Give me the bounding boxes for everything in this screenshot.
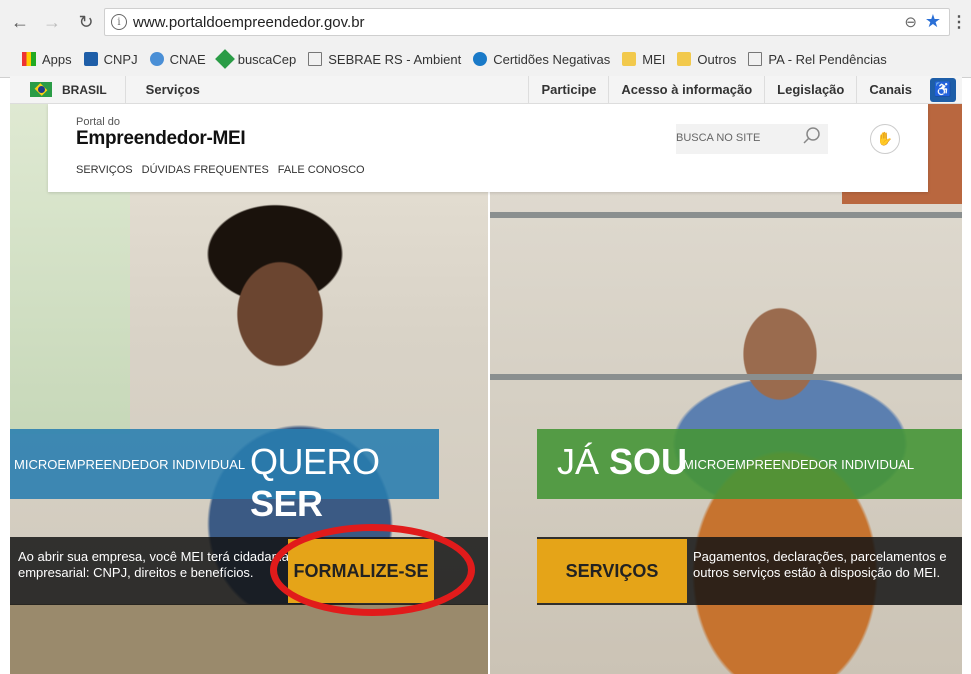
- folder-icon: [677, 52, 692, 66]
- zoom-icon[interactable]: ⊖: [904, 13, 917, 31]
- url-text[interactable]: www.portaldoempreendedor.gov.br: [133, 14, 365, 31]
- quero-ser-banner[interactable]: MICROEMPREENDEDOR INDIVIDUAL QUERO SER: [10, 429, 439, 524]
- bookmark-certidoes[interactable]: Certidões Negativas: [473, 52, 610, 67]
- browser-menu-icon[interactable]: ⋮: [951, 12, 967, 32]
- gov-bar-links: Participe Acesso à informação Legislação…: [528, 76, 962, 103]
- table-background: [10, 604, 488, 674]
- browser-chrome: ← → ↻ i www.portaldoempreendedor.gov.br …: [0, 0, 971, 78]
- accessibility-icon[interactable]: ♿: [930, 77, 956, 102]
- bookmarks-bar: Apps CNPJ CNAE buscaCep SEBRAE RS - Ambi…: [0, 44, 971, 74]
- forward-icon[interactable]: →: [40, 10, 64, 34]
- address-bar[interactable]: i www.portaldoempreendedor.gov.br ⊖ ★: [104, 8, 950, 36]
- quero-ser-subtitle: MICROEMPREENDEDOR INDIVIDUAL: [14, 457, 246, 472]
- site-nav: SERVIÇOS DÚVIDAS FREQUENTES FALE CONOSCO: [76, 164, 374, 176]
- site-title[interactable]: Empreendedor-MEI: [76, 128, 246, 150]
- back-icon[interactable]: ←: [8, 10, 32, 34]
- bookmark-cnae[interactable]: CNAE: [149, 52, 206, 67]
- bookmark-apps[interactable]: Apps: [22, 52, 72, 67]
- quero-ser-title: QUERO SER: [250, 441, 380, 524]
- bookmark-outros[interactable]: Outros: [677, 52, 736, 67]
- shelf-line: [490, 212, 962, 218]
- ja-sou-subtitle: MICROEMPREENDEDOR INDIVIDUAL: [683, 457, 915, 472]
- search-placeholder: BUSCA NO SITE: [676, 132, 761, 144]
- apps-icon: [22, 52, 36, 66]
- servicos-button[interactable]: SERVIÇOS: [537, 539, 687, 603]
- gov-servicos-link[interactable]: Serviços: [126, 82, 200, 97]
- browser-toolbar: ← → ↻ i www.portaldoempreendedor.gov.br …: [0, 0, 971, 44]
- nav-servicos[interactable]: SERVIÇOS: [76, 164, 133, 176]
- bookmark-mei[interactable]: MEI: [622, 52, 665, 67]
- page-icon: [748, 52, 763, 66]
- search-icon[interactable]: [802, 126, 822, 146]
- reload-icon[interactable]: ↻: [74, 10, 98, 34]
- certidoes-icon: [473, 52, 488, 66]
- brazil-flag-icon: [30, 82, 52, 97]
- shelf-line: [490, 374, 962, 380]
- nav-fale-conosco[interactable]: FALE CONOSCO: [278, 164, 365, 176]
- nav-duvidas-frequentes[interactable]: DÚVIDAS FREQUENTES: [142, 164, 269, 176]
- cnpj-icon: [83, 52, 98, 66]
- buscacep-icon: [214, 49, 235, 69]
- hero-section: Portal do Empreendedor-MEI SERVIÇOS DÚVI…: [10, 104, 962, 674]
- site-header: Portal do Empreendedor-MEI SERVIÇOS DÚVI…: [48, 104, 928, 192]
- participe-link[interactable]: Participe: [528, 76, 608, 103]
- formalize-se-button[interactable]: FORMALIZE-SE: [288, 539, 434, 603]
- gov-bar: BRASIL Serviços Participe Acesso à infor…: [10, 76, 962, 104]
- vlibras-icon[interactable]: ✋: [870, 124, 900, 154]
- ja-sou-banner[interactable]: JÁ SOU MICROEMPREENDEDOR INDIVIDUAL: [537, 429, 962, 499]
- quero-ser-description: Ao abrir sua empresa, você MEI terá cida…: [18, 549, 289, 580]
- page-icon: [308, 52, 323, 66]
- ja-sou-description: Pagamentos, declarações, parcelamentos e…: [693, 549, 947, 580]
- bookmark-pa-rel[interactable]: PA - Rel Pendências: [748, 52, 887, 67]
- cnae-icon: [149, 52, 164, 66]
- acesso-informacao-link[interactable]: Acesso à informação: [608, 76, 764, 103]
- site-pre-title: Portal do: [76, 116, 121, 128]
- canais-link[interactable]: Canais: [856, 76, 924, 103]
- bookmark-sebrae[interactable]: SEBRAE RS - Ambient: [308, 52, 461, 67]
- ja-sou-title: JÁ SOU: [557, 441, 688, 482]
- legislacao-link[interactable]: Legislação: [764, 76, 856, 103]
- brasil-link[interactable]: BRASIL: [10, 76, 126, 103]
- search-input[interactable]: BUSCA NO SITE: [676, 124, 828, 154]
- folder-icon: [622, 52, 637, 66]
- bookmark-buscacep[interactable]: buscaCep: [214, 49, 296, 69]
- info-icon[interactable]: i: [111, 14, 127, 30]
- bookmark-cnpj[interactable]: CNPJ: [83, 52, 138, 67]
- bookmark-star-icon[interactable]: ★: [925, 11, 941, 32]
